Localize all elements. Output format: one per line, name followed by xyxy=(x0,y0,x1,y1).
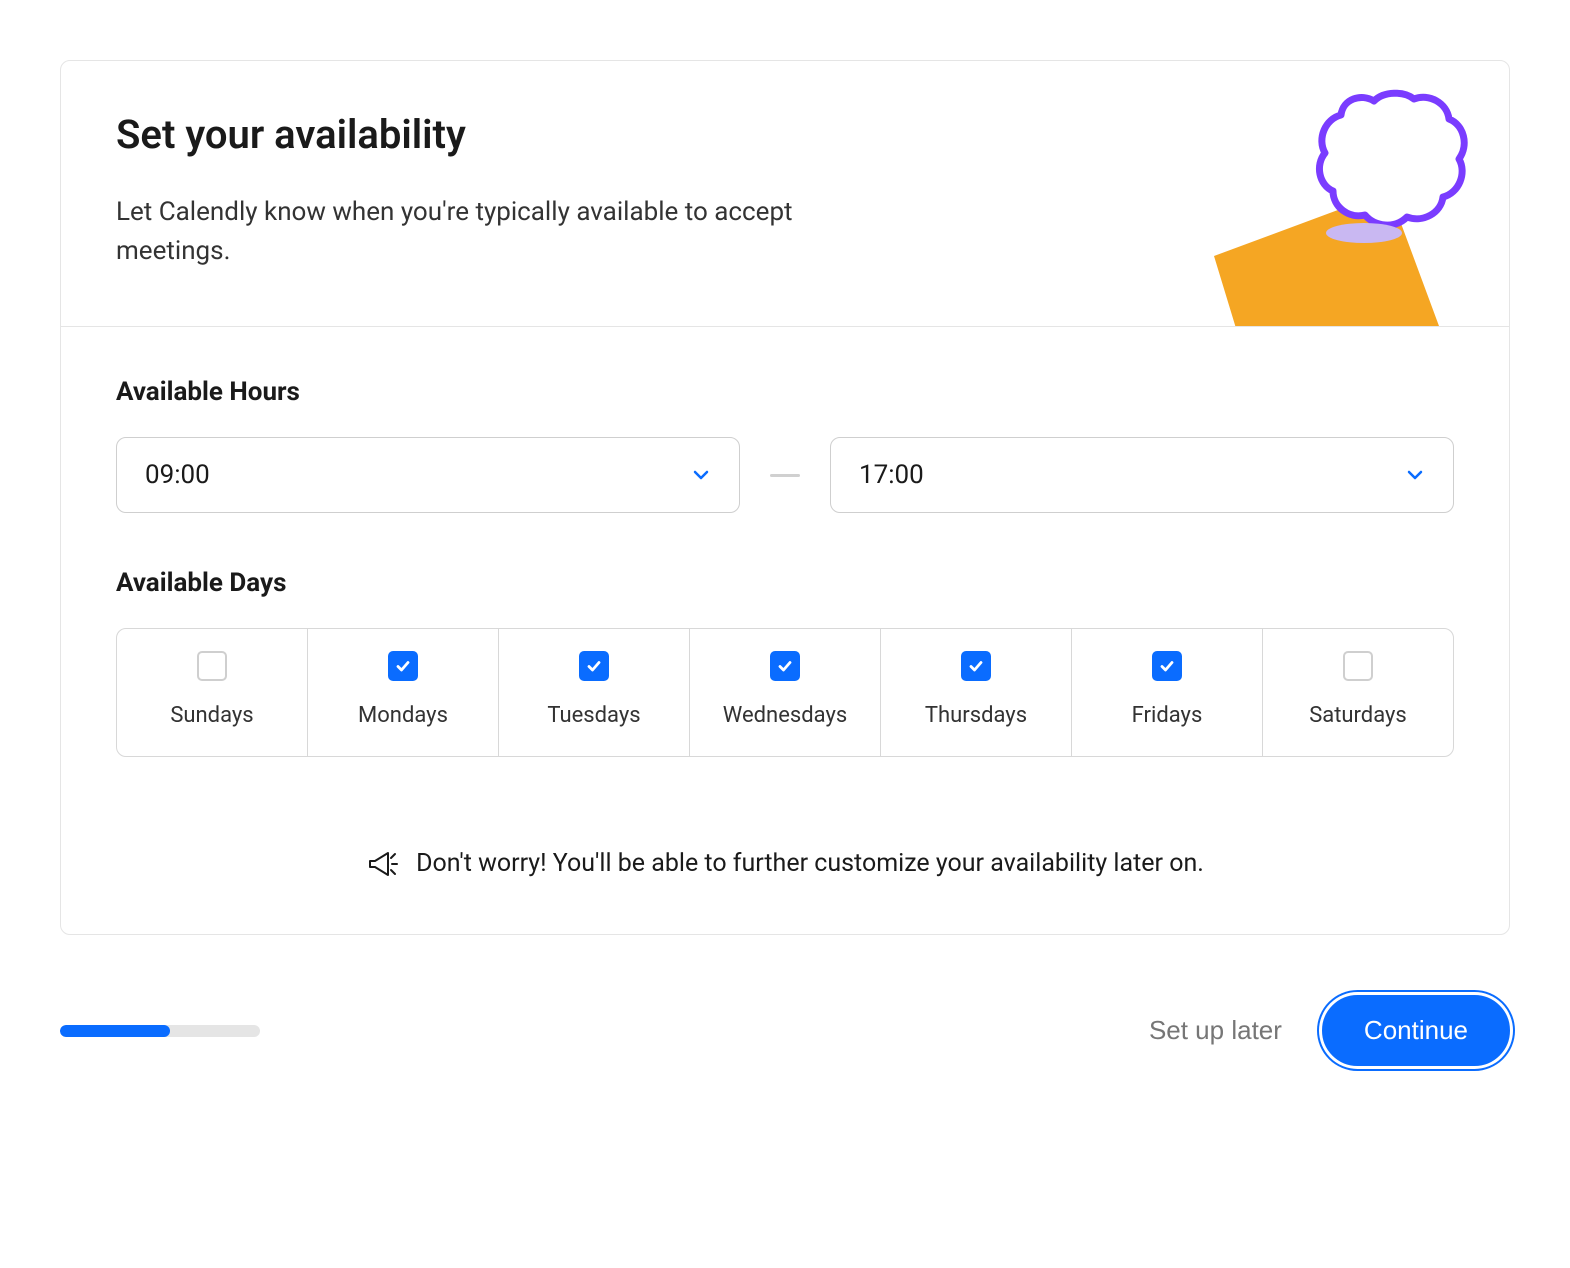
day-checkbox[interactable] xyxy=(388,651,418,681)
day-checkbox[interactable] xyxy=(770,651,800,681)
card-body: Available Hours 09:00 17:00 Available Da… xyxy=(61,327,1509,934)
footer-actions: Set up later Continue xyxy=(1149,995,1510,1066)
start-time-select[interactable]: 09:00 xyxy=(116,437,740,513)
day-checkbox[interactable] xyxy=(579,651,609,681)
days-grid: Sundays Mondays Tuesdays Wednesdays Thursday… xyxy=(116,628,1454,757)
day-label: Wednesdays xyxy=(723,703,847,728)
chevron-down-icon xyxy=(1405,465,1425,485)
page-title: Set your availability xyxy=(116,111,1454,158)
day-label: Fridays xyxy=(1132,703,1203,728)
page-subtitle: Let Calendly know when you're typically … xyxy=(116,193,876,271)
start-time-value: 09:00 xyxy=(145,460,210,490)
day-label: Saturdays xyxy=(1309,703,1407,728)
day-label: Tuesdays xyxy=(547,703,640,728)
day-cell-fridays[interactable]: Fridays xyxy=(1072,629,1263,756)
end-time-select[interactable]: 17:00 xyxy=(830,437,1454,513)
day-cell-wednesdays[interactable]: Wednesdays xyxy=(690,629,881,756)
day-label: Sundays xyxy=(170,703,253,728)
footer: Set up later Continue xyxy=(60,995,1510,1066)
day-cell-sundays[interactable]: Sundays xyxy=(117,629,308,756)
chevron-down-icon xyxy=(691,465,711,485)
day-checkbox[interactable] xyxy=(1152,651,1182,681)
available-days-label: Available Days xyxy=(116,568,1454,598)
day-cell-tuesdays[interactable]: Tuesdays xyxy=(499,629,690,756)
megaphone-icon xyxy=(366,847,398,879)
card-header: Set your availability Let Calendly know … xyxy=(61,61,1509,327)
day-checkbox[interactable] xyxy=(1343,651,1373,681)
day-cell-saturdays[interactable]: Saturdays xyxy=(1263,629,1453,756)
progress-bar xyxy=(60,1025,260,1037)
day-label: Mondays xyxy=(358,703,448,728)
end-time-value: 17:00 xyxy=(859,460,924,490)
note-row: Don't worry! You'll be able to further c… xyxy=(116,847,1454,879)
setup-later-button[interactable]: Set up later xyxy=(1149,1015,1282,1046)
time-range-separator xyxy=(770,474,800,477)
availability-card: Set your availability Let Calendly know … xyxy=(60,60,1510,935)
day-cell-mondays[interactable]: Mondays xyxy=(308,629,499,756)
day-checkbox[interactable] xyxy=(961,651,991,681)
day-checkbox[interactable] xyxy=(197,651,227,681)
progress-fill xyxy=(60,1025,170,1037)
note-text: Don't worry! You'll be able to further c… xyxy=(416,849,1204,878)
continue-button[interactable]: Continue xyxy=(1322,995,1510,1066)
day-cell-thursdays[interactable]: Thursdays xyxy=(881,629,1072,756)
available-hours-label: Available Hours xyxy=(116,377,1454,407)
day-label: Thursdays xyxy=(925,703,1027,728)
hours-row: 09:00 17:00 xyxy=(116,437,1454,513)
